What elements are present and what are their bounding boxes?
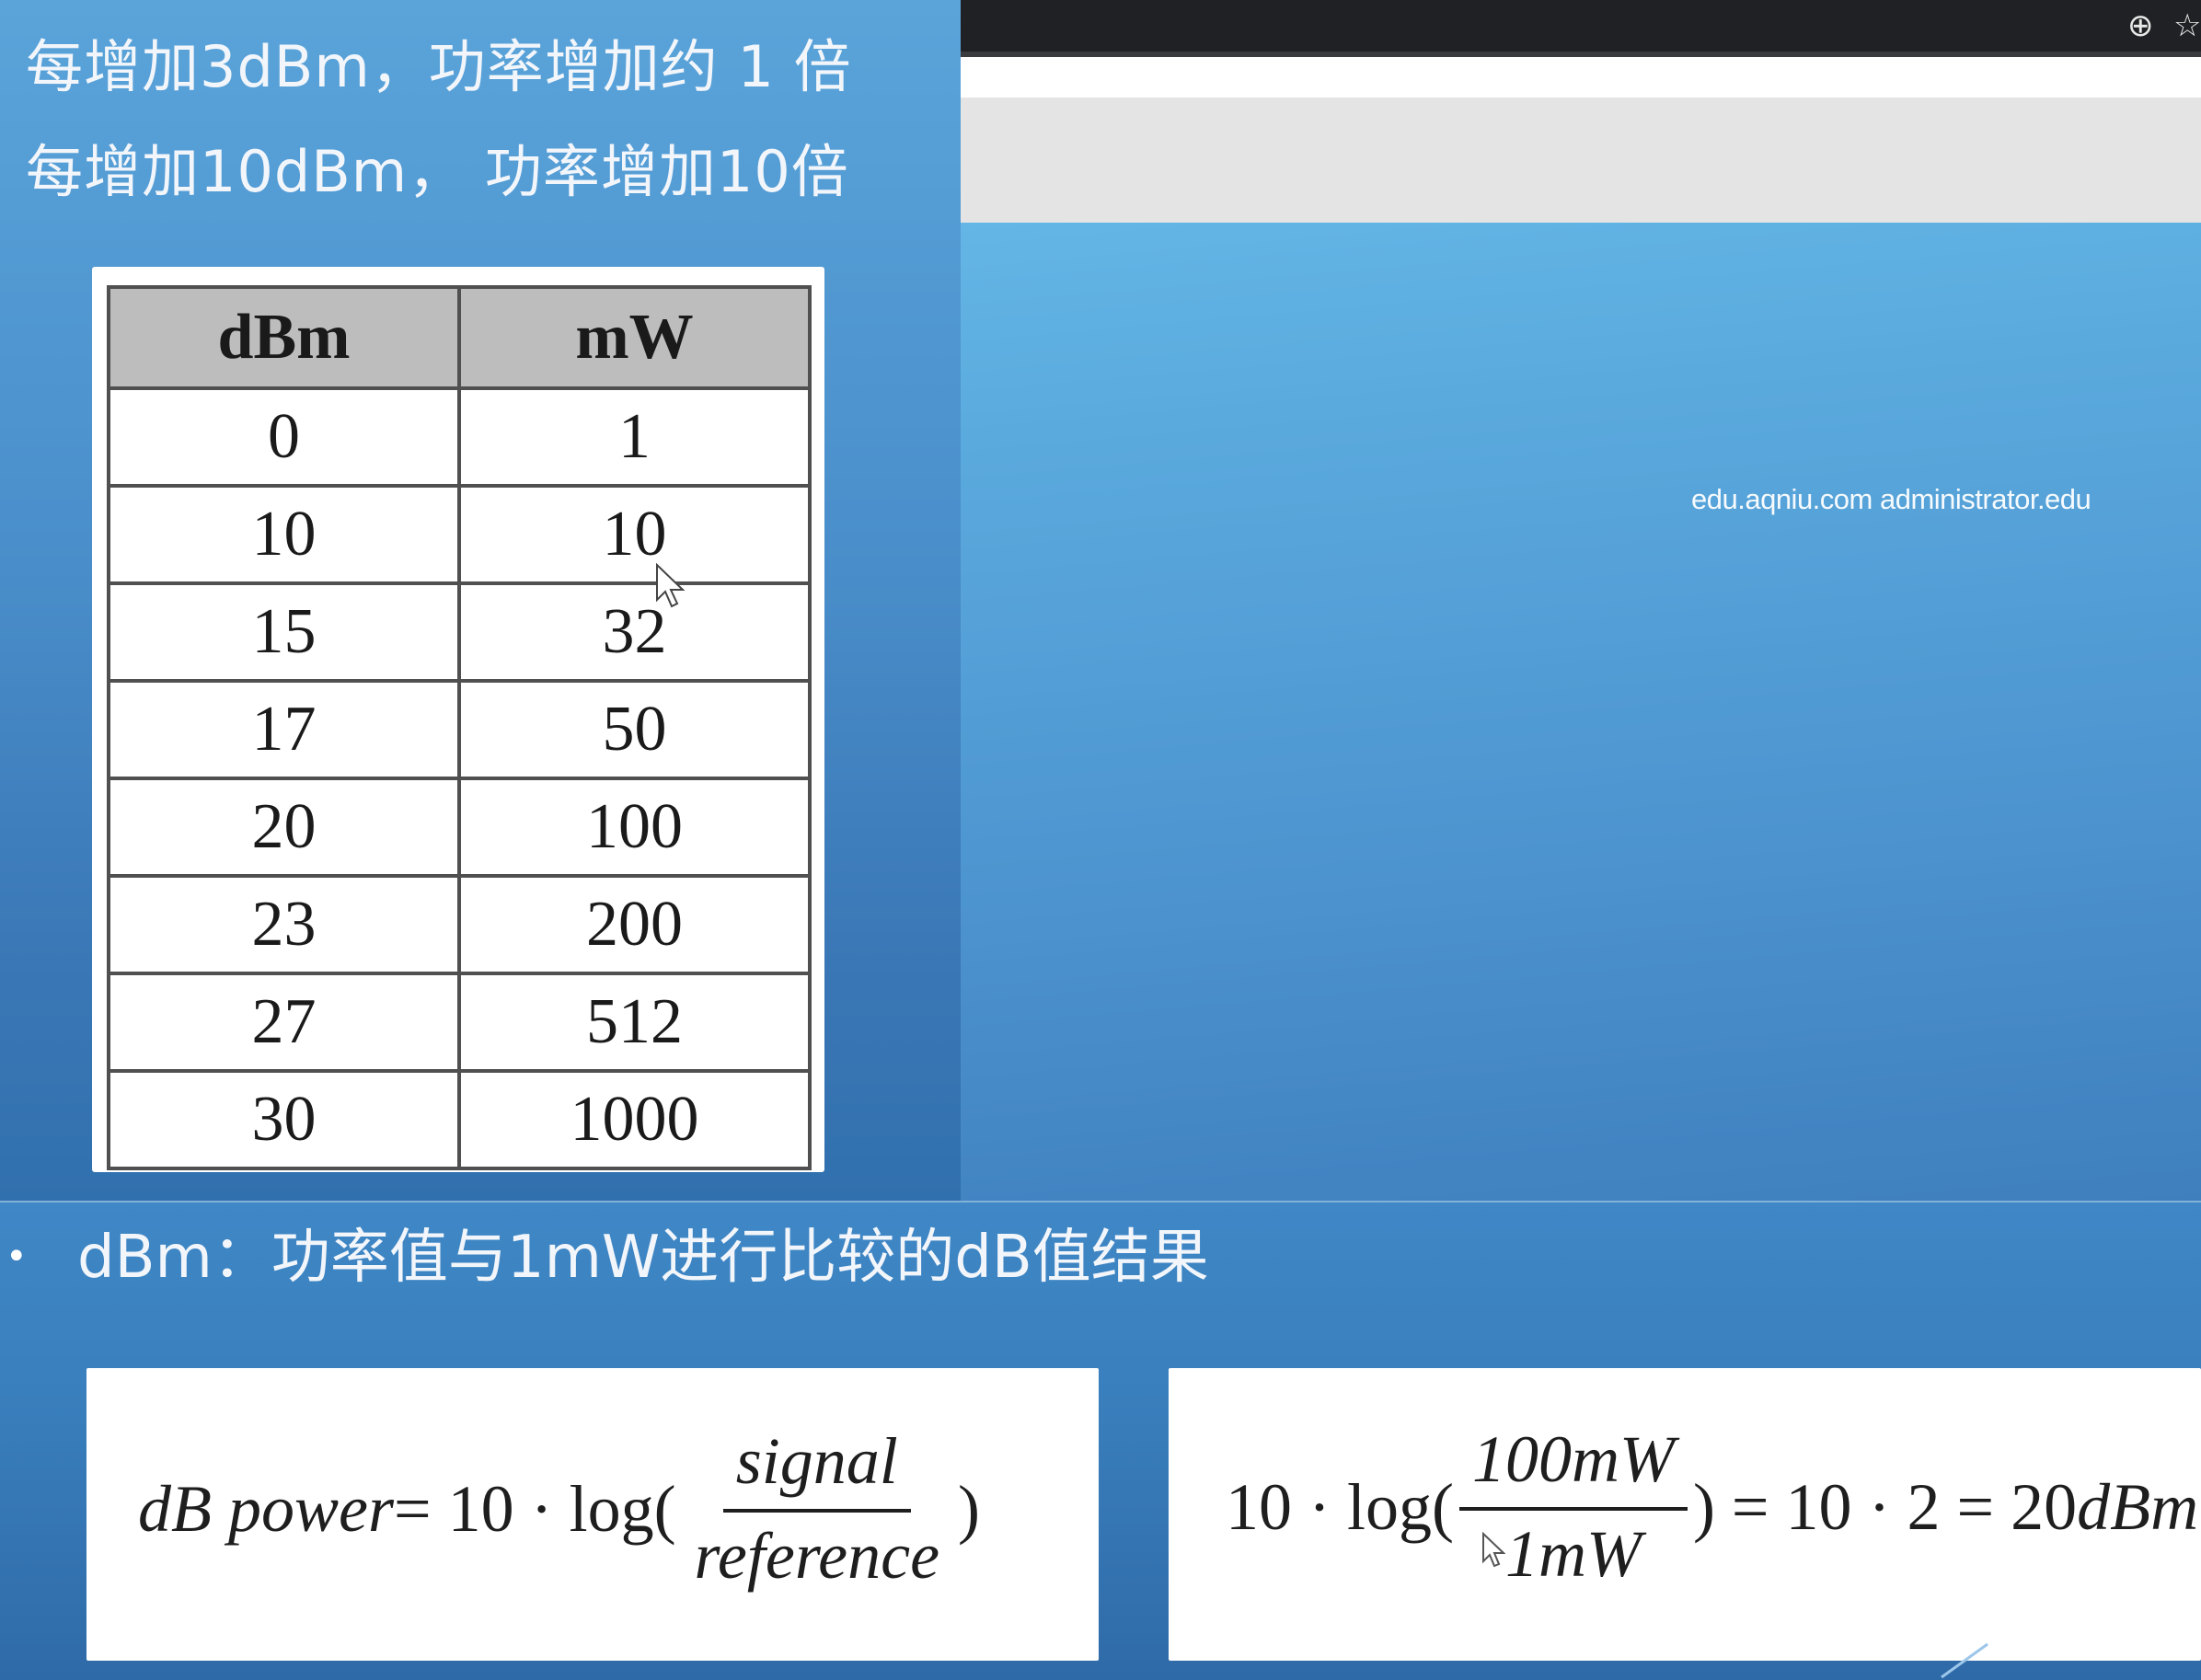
corner-decoration bbox=[1941, 1642, 1988, 1679]
bullet-icon: • bbox=[6, 1236, 28, 1278]
formula-general-box: dB power = 10 · log( signal reference ) bbox=[86, 1368, 1099, 1661]
table-cell-mw: 50 bbox=[457, 679, 812, 780]
table-row: 0 1 bbox=[107, 386, 812, 488]
table-cell-mw: 1000 bbox=[457, 1069, 812, 1170]
table-cell-mw: 512 bbox=[457, 972, 812, 1073]
content-header-panel bbox=[961, 98, 2201, 223]
formula-numerator: signal bbox=[722, 1423, 911, 1513]
table-cell-mw: 100 bbox=[457, 777, 812, 878]
browser-toolbar: ⊕ ☆ bbox=[961, 0, 2201, 52]
example-unit: dBm bbox=[2077, 1469, 2199, 1544]
slide-left-panel: 每增加3dBm，功率增加约 1 倍 每增加10dBm， 功率增加10倍 dBm … bbox=[0, 0, 961, 1201]
formula-example: 10 · log( 100mW 1mW ) = 10 · 2 = 20 dBm bbox=[1226, 1421, 2198, 1593]
mouse-pointer-icon bbox=[656, 563, 686, 608]
mouse-pointer-icon bbox=[1482, 1532, 1505, 1568]
slide-bottom-band: • dBm：功率值与1mW进行比较的dB值结果 dB power = 10 · … bbox=[0, 1201, 2201, 1680]
browser-window: ⊕ ☆ edu.aqniu.com administrator.edu bbox=[961, 0, 2201, 1201]
table-row: 30 1000 bbox=[107, 1069, 812, 1170]
example-suffix: ) = 10 · 2 = 20 bbox=[1692, 1469, 2078, 1544]
formula-lhs: dB power bbox=[138, 1471, 394, 1546]
band-divider bbox=[0, 1201, 2201, 1202]
rule-10dbm-text: 每增加10dBm， 功率增加10倍 bbox=[26, 138, 849, 205]
bookmark-star-icon[interactable]: ☆ bbox=[2173, 7, 2201, 44]
table-cell-mw: 10 bbox=[457, 484, 812, 585]
dbm-definition-text: dBm：功率值与1mW进行比较的dB值结果 bbox=[77, 1224, 1209, 1292]
rule-3dbm-text: 每增加3dBm，功率增加约 1 倍 bbox=[26, 33, 852, 100]
table-cell-dbm: 0 bbox=[107, 386, 461, 488]
table-header-mw: mW bbox=[457, 285, 812, 390]
address-strip bbox=[961, 57, 2201, 99]
table-row: 27 512 bbox=[107, 972, 812, 1073]
table-cell-dbm: 17 bbox=[107, 679, 461, 780]
example-numerator: 100mW bbox=[1458, 1421, 1688, 1511]
table-cell-mw: 1 bbox=[457, 386, 812, 488]
formula-close-paren: ) bbox=[958, 1471, 981, 1546]
table-row: 17 50 bbox=[107, 679, 812, 780]
example-denominator: 1mW bbox=[1504, 1517, 1642, 1591]
formula-fraction: signal reference bbox=[682, 1423, 952, 1594]
table-cell-dbm: 30 bbox=[107, 1069, 461, 1170]
table-cell-dbm: 15 bbox=[107, 581, 461, 683]
table-header-row: dBm mW bbox=[107, 285, 812, 390]
formula-example-box: 10 · log( 100mW 1mW ) = 10 · 2 = 20 dBm bbox=[1169, 1368, 2201, 1661]
zoom-icon[interactable]: ⊕ bbox=[2127, 7, 2154, 44]
dbm-mw-table: dBm mW 0 1 10 10 15 32 17 50 20 100 23 2… bbox=[107, 285, 812, 1170]
formula-eq-prefix: = 10 · log( bbox=[393, 1471, 676, 1546]
dbm-mw-table-card: dBm mW 0 1 10 10 15 32 17 50 20 100 23 2… bbox=[92, 267, 824, 1172]
table-cell-dbm: 20 bbox=[107, 777, 461, 878]
formula-denominator: reference bbox=[694, 1519, 940, 1593]
example-prefix: 10 · log( bbox=[1226, 1469, 1454, 1544]
table-row: 15 32 bbox=[107, 581, 812, 683]
table-cell-mw: 200 bbox=[457, 874, 812, 975]
table-cell-dbm: 10 bbox=[107, 484, 461, 585]
table-row: 20 100 bbox=[107, 777, 812, 878]
table-row: 23 200 bbox=[107, 874, 812, 975]
table-cell-dbm: 27 bbox=[107, 972, 461, 1073]
table-cell-dbm: 23 bbox=[107, 874, 461, 975]
watermark-text: edu.aqniu.com administrator.edu bbox=[1691, 483, 2092, 515]
table-cell-mw: 32 bbox=[457, 581, 812, 683]
table-header-dbm: dBm bbox=[107, 285, 461, 390]
formula-general: dB power = 10 · log( signal reference ) bbox=[138, 1423, 980, 1594]
table-row: 10 10 bbox=[107, 484, 812, 585]
